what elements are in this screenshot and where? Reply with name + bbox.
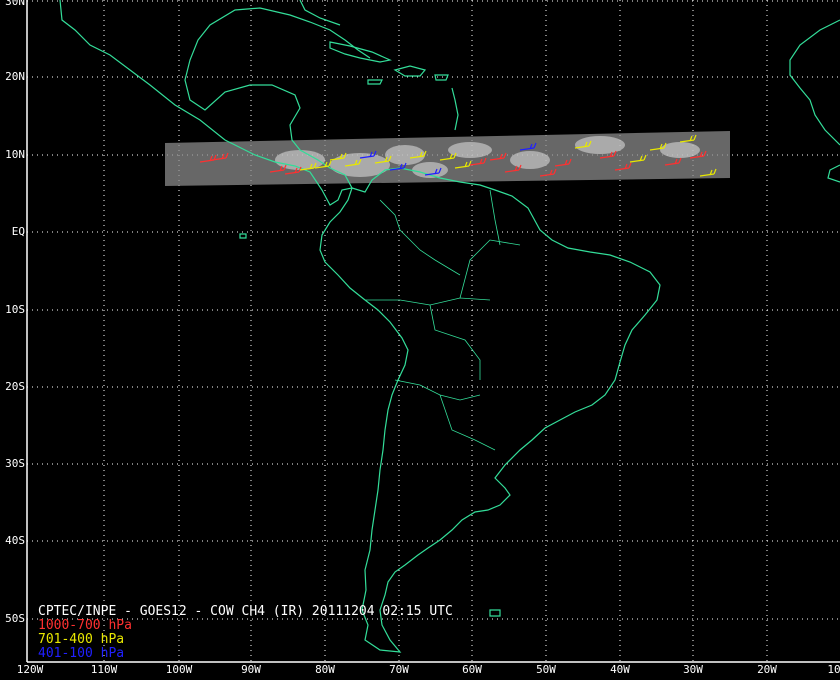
satellite-wind-map: [0, 0, 840, 680]
lat-label-30n: 30N: [5, 0, 25, 8]
lat-label-10n: 10N: [5, 148, 25, 161]
lat-label-10s: 10S: [5, 303, 25, 316]
lat-label-40s: 40S: [5, 534, 25, 547]
lat-label-eq: EQ: [11, 225, 25, 238]
legend-high-level: 401-100 hPa: [38, 646, 125, 661]
lon-label-110w: 110W: [90, 663, 118, 676]
lon-label-60w: 60W: [462, 663, 482, 676]
legend-mid-level: 701-400 hPa: [38, 632, 125, 647]
lon-label-40w: 40W: [610, 663, 630, 676]
lon-label-10w: 10: [827, 663, 840, 676]
lat-label-20n: 20N: [5, 70, 25, 83]
lon-label-120w: 120W: [16, 663, 44, 676]
lon-label-20w: 20W: [757, 663, 777, 676]
lat-label-30s: 30S: [5, 457, 25, 470]
product-title: CPTEC/INPE - GOES12 - COW CH4 (IR) 20111…: [38, 604, 453, 619]
lon-label-70w: 70W: [389, 663, 409, 676]
lon-label-100w: 100W: [165, 663, 193, 676]
lon-label-80w: 80W: [315, 663, 335, 676]
legend-low-level: 1000-700 hPa: [38, 618, 132, 633]
lon-label-30w: 30W: [683, 663, 703, 676]
lat-label-50s: 50S: [5, 612, 25, 625]
lon-label-90w: 90W: [241, 663, 261, 676]
lat-label-20s: 20S: [5, 380, 25, 393]
lon-label-50w: 50W: [536, 663, 556, 676]
